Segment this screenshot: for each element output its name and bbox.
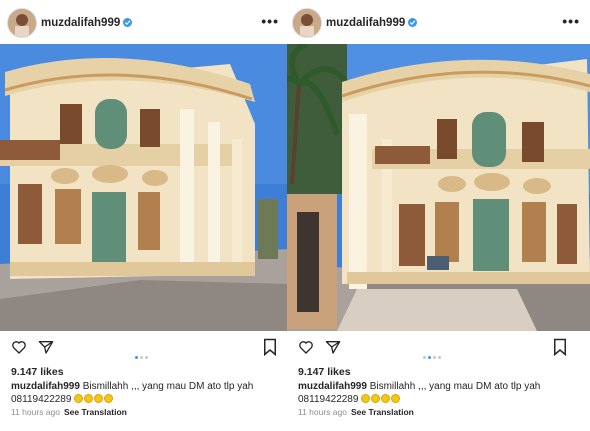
caption-phone: 08119422289 — [298, 394, 359, 405]
verified-badge-icon — [408, 18, 418, 27]
username-header[interactable]: muzdalifah999 — [326, 17, 418, 29]
smiling-face-icon — [391, 394, 401, 403]
smiling-face-icon — [361, 394, 371, 403]
more-options-button[interactable]: ••• — [562, 13, 580, 29]
smiling-face-icon — [74, 394, 84, 403]
post-header: muzdalifah999 ••• — [287, 0, 590, 44]
smiling-face-icon — [371, 394, 381, 403]
smiling-face-icon — [84, 394, 94, 403]
timestamp: 11 hours ago — [11, 407, 60, 417]
see-translation-link[interactable]: See Translation — [64, 407, 127, 417]
smiling-face-icon — [381, 394, 391, 403]
avatar[interactable] — [292, 8, 322, 38]
caption: muzdalifah999 Bismillahh ,,, yang mau DM… — [298, 380, 578, 406]
likes-count[interactable]: 9.147 likes — [11, 366, 64, 378]
carousel-dot — [145, 356, 148, 359]
caption-username[interactable]: muzdalifah999 — [11, 381, 80, 392]
see-translation-link[interactable]: See Translation — [351, 407, 414, 417]
share-icon[interactable] — [325, 339, 341, 355]
caption-text: Bismillahh ,,, yang mau DM ato tlp yah — [369, 381, 541, 392]
carousel-dot — [433, 356, 436, 359]
carousel-dot — [135, 356, 138, 359]
carousel-dots — [134, 346, 149, 364]
verified-badge-icon — [123, 18, 133, 27]
likes-count[interactable]: 9.147 likes — [298, 366, 351, 378]
caption-text: Bismillahh ,,, yang mau DM ato tlp yah — [82, 381, 254, 392]
share-icon[interactable] — [38, 339, 54, 355]
post-photo[interactable] — [287, 44, 590, 331]
post-actions — [0, 336, 289, 360]
bookmark-icon[interactable] — [262, 338, 278, 356]
caption-username[interactable]: muzdalifah999 — [298, 381, 367, 392]
caption-phone: 08119422289 — [11, 394, 72, 405]
instagram-post-right: muzdalifah999 ••• 9.147 likes muzdalifah… — [287, 0, 590, 431]
username-text[interactable]: muzdalifah999 — [41, 17, 120, 29]
bookmark-icon[interactable] — [552, 338, 568, 356]
more-options-button[interactable]: ••• — [261, 13, 279, 29]
carousel-dot — [428, 356, 431, 359]
timestamp: 11 hours ago — [298, 407, 347, 417]
carousel-dot — [438, 356, 441, 359]
carousel-dots — [422, 346, 442, 364]
avatar[interactable] — [7, 8, 37, 38]
heart-icon[interactable] — [11, 339, 27, 355]
post-actions — [287, 336, 590, 360]
carousel-dot — [140, 356, 143, 359]
post-header: muzdalifah999 ••• — [0, 0, 289, 44]
smiling-face-icon — [94, 394, 104, 403]
heart-icon[interactable] — [298, 339, 314, 355]
post-time: 11 hours ago See Translation — [11, 407, 127, 417]
caption: muzdalifah999 Bismillahh ,,, yang mau DM… — [11, 380, 291, 406]
carousel-dot — [423, 356, 426, 359]
instagram-post-left: muzdalifah999 ••• 9.147 likes muzdalifah… — [0, 0, 289, 431]
username-text[interactable]: muzdalifah999 — [326, 17, 405, 29]
post-photo[interactable] — [0, 44, 289, 331]
username-header[interactable]: muzdalifah999 — [41, 17, 133, 29]
post-time: 11 hours ago See Translation — [298, 407, 414, 417]
smiling-face-icon — [104, 394, 114, 403]
